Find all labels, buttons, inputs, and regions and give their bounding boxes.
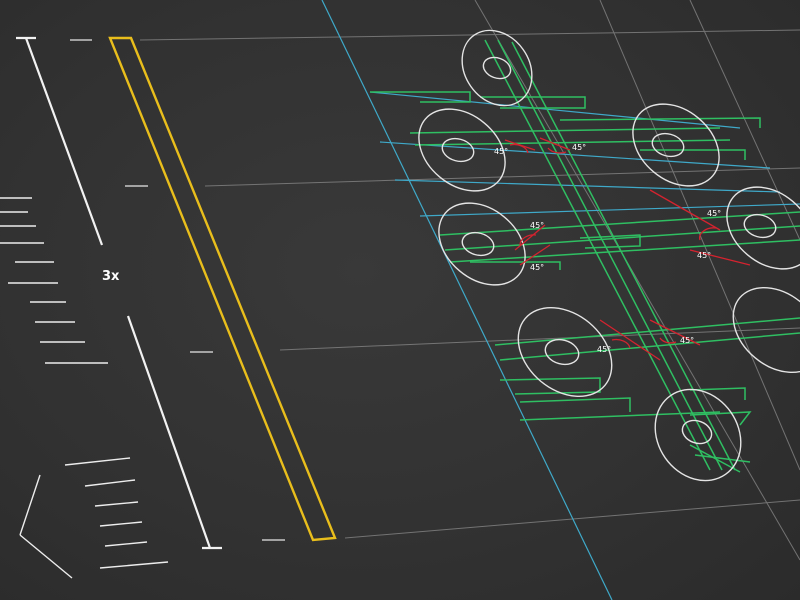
motor-ring	[438, 202, 526, 286]
dash-marks	[70, 39, 285, 541]
blueprint-canvas: 3x 45° 45° 45° 45° 45° 45° 45° 45°	[0, 0, 800, 600]
angle-label: 45°	[530, 263, 544, 272]
guide-line	[474, 0, 800, 561]
motor-ring	[632, 103, 720, 187]
motor-ring	[654, 388, 742, 482]
angle-label: 45°	[697, 251, 711, 260]
angle-labels: 45° 45° 45° 45° 45° 45° 45° 45°	[494, 143, 721, 354]
angle-label: 45°	[597, 345, 611, 354]
cyan-guides	[321, 0, 800, 600]
angle-label: 45°	[680, 336, 694, 345]
angle-guides	[504, 137, 751, 361]
measure-line	[16, 36, 222, 550]
guide-line	[279, 327, 800, 351]
scale-label: 3x	[102, 269, 120, 284]
angle-label: 45°	[494, 147, 508, 156]
angle-label: 45°	[707, 209, 721, 218]
angle-label: 45°	[530, 221, 544, 230]
green-frame	[370, 39, 800, 473]
tick-marks	[0, 197, 169, 579]
blueprint-drawing: 3x 45° 45° 45° 45° 45° 45° 45° 45°	[0, 0, 800, 600]
angle-label: 45°	[572, 143, 586, 152]
motor-ring	[726, 186, 800, 270]
yellow-ruler-bar	[108, 36, 337, 542]
